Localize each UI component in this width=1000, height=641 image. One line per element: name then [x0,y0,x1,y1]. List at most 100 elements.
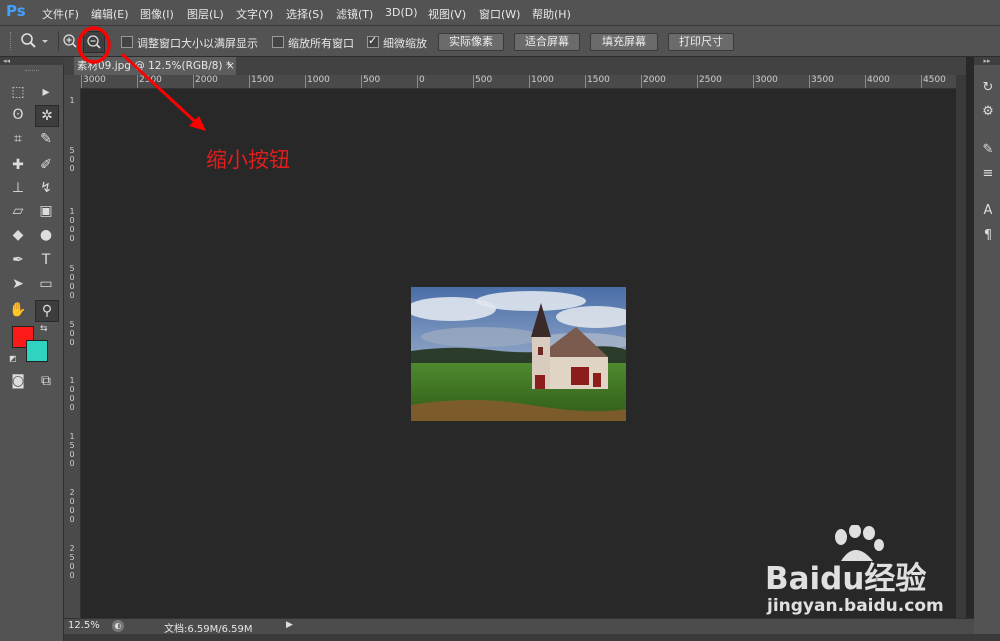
healing-brush-tool-icon[interactable]: ✚ [7,155,29,175]
crop-tool-icon[interactable]: ⌗ [7,129,29,149]
menu-window[interactable]: 窗口(W) [479,6,520,22]
marquee-tool-icon[interactable]: ⬚ [7,82,29,102]
status-menu-arrow-icon[interactable]: ▶ [286,620,293,630]
screen-mode-icon[interactable]: ⧉ [35,371,57,391]
ruler-label: 1000 [307,75,330,85]
eyedropper-tool-icon[interactable]: ✎ [35,129,57,149]
zoom-in-button[interactable] [61,32,79,50]
menu-3d[interactable]: 3D(D) [385,6,418,19]
brush-tool-icon[interactable]: ✐ [35,155,57,175]
ruler-label: 4000 [867,75,890,85]
type-tool-icon[interactable]: T [35,250,57,270]
zoom-tool-icon[interactable]: ⚲ [35,300,59,322]
annotation-arrow-line [120,52,204,130]
ruler-label: 0 [69,291,75,300]
history-brush-tool-icon[interactable]: ↯ [35,178,57,198]
baidu-watermark: Baidu经验 jingyan.baidu.com [765,525,965,625]
ruler-label: 500 [363,75,381,85]
brush-panel-icon[interactable]: ✎ [979,141,997,159]
annotation-label: 缩小按钮 [206,148,290,172]
ruler-label: 0 [69,216,75,225]
ruler-tick [753,75,754,88]
ruler-label: 0 [69,450,75,459]
menu-filter[interactable]: 滤镜(T) [336,6,373,22]
panel-collapse-icon[interactable]: ◂◂ [0,57,66,65]
actual-pixels-button[interactable]: 实际像素 [438,33,504,51]
menu-file[interactable]: 文件(F) [42,6,79,22]
ruler-label: 0 [69,338,75,347]
zoom-level[interactable]: 12.5% [68,620,100,631]
ruler-label: 4500 [923,75,946,85]
menu-help[interactable]: 帮助(H) [532,6,571,22]
path-selection-tool-icon[interactable]: ➤ [7,274,29,294]
watermark-url: jingyan.baidu.com [767,596,944,616]
photoshop-logo: Ps [6,2,26,20]
magic-wand-tool-icon[interactable]: ✲ [35,105,59,127]
brush-presets-icon[interactable]: ≡ [979,165,997,183]
fill-screen-button[interactable]: 填充屏幕 [590,33,658,51]
dock-expand-icon[interactable]: ▸▸ [974,57,1000,65]
fit-screen-button[interactable]: 适合屏幕 [514,33,580,51]
actions-panel-icon[interactable]: ⚙ [979,103,997,121]
ruler-label: 2000 [643,75,666,85]
annotation-overlay [78,26,206,131]
clone-stamp-tool-icon[interactable]: ⊥ [7,178,29,198]
tool-preset-picker[interactable] [18,31,52,51]
pen-tool-icon[interactable]: ✒ [7,250,29,270]
zoom-all-windows-label: 缩放所有窗口 [288,37,354,50]
ruler-tick [473,75,474,88]
zoom-all-windows-checkbox[interactable] [272,36,284,48]
ruler-label: 2 [69,488,75,497]
gradient-tool-icon[interactable]: ▣ [35,201,57,221]
rectangle-tool-icon[interactable]: ▭ [35,274,57,294]
document-image [411,287,626,421]
eraser-tool-icon[interactable]: ▱ [7,201,29,221]
ruler-label: 1 [69,207,75,216]
ruler-label: 0 [69,506,75,515]
ruler-label: 1500 [251,75,274,85]
ruler-label: 0 [69,273,75,282]
blur-tool-icon[interactable]: ◆ [7,225,29,245]
ruler-label: 5 [69,146,75,155]
quick-mask-icon[interactable]: ◙ [7,371,29,391]
ruler-label: 0 [69,562,75,571]
ruler-tick [865,75,866,88]
swap-colors-icon[interactable]: ⇆ [40,324,48,334]
menu-type[interactable]: 文字(Y) [236,6,273,22]
ruler-label: 0 [69,459,75,468]
zoom-preset-icon [21,33,48,48]
background-color-swatch[interactable] [26,340,48,362]
paragraph-panel-icon[interactable]: ¶ [979,227,997,245]
menu-select[interactable]: 选择(S) [286,6,324,22]
options-grip[interactable] [10,32,13,50]
ruler-tick [305,75,306,88]
ruler-label: 0 [69,164,75,173]
ruler-label: 0 [69,571,75,580]
ruler-label: 3000 [755,75,778,85]
ruler-tick [417,75,418,88]
ruler-label: 5 [69,264,75,273]
ruler-label: 5 [69,441,75,450]
scrubby-zoom-checkbox[interactable] [367,34,379,48]
character-panel-icon[interactable]: A [979,202,997,220]
panel-grip[interactable] [25,70,39,73]
ruler-tick [529,75,530,88]
options-divider [58,31,59,51]
highlight-circle [78,26,111,64]
move-tool-icon[interactable]: ▸ [35,82,57,102]
ruler-label: 1 [69,432,75,441]
ruler-label: 0 [69,329,75,338]
ruler-label: 0 [69,403,75,412]
dodge-tool-icon[interactable]: ● [35,225,57,245]
ruler-tick [585,75,586,88]
ruler-label: 0 [69,385,75,394]
lasso-tool-icon[interactable]: ʘ [7,105,29,125]
history-panel-icon[interactable]: ↻ [979,79,997,97]
default-colors-icon[interactable]: ◩ [9,354,17,363]
tools-panel: ◂◂ ⬚ ▸ ʘ ✲ ⌗ ✎ ✚ ✐ ⊥ ↯ ▱ ▣ ◆ ● ✒ T ➤ ▭ ✋… [0,57,66,641]
menu-view[interactable]: 视图(V) [428,6,466,22]
print-size-button[interactable]: 打印尺寸 [668,33,734,51]
status-indicator-icon[interactable]: ◐ [112,620,124,632]
hand-tool-icon[interactable]: ✋ [7,300,29,320]
ruler-tick [921,75,922,88]
